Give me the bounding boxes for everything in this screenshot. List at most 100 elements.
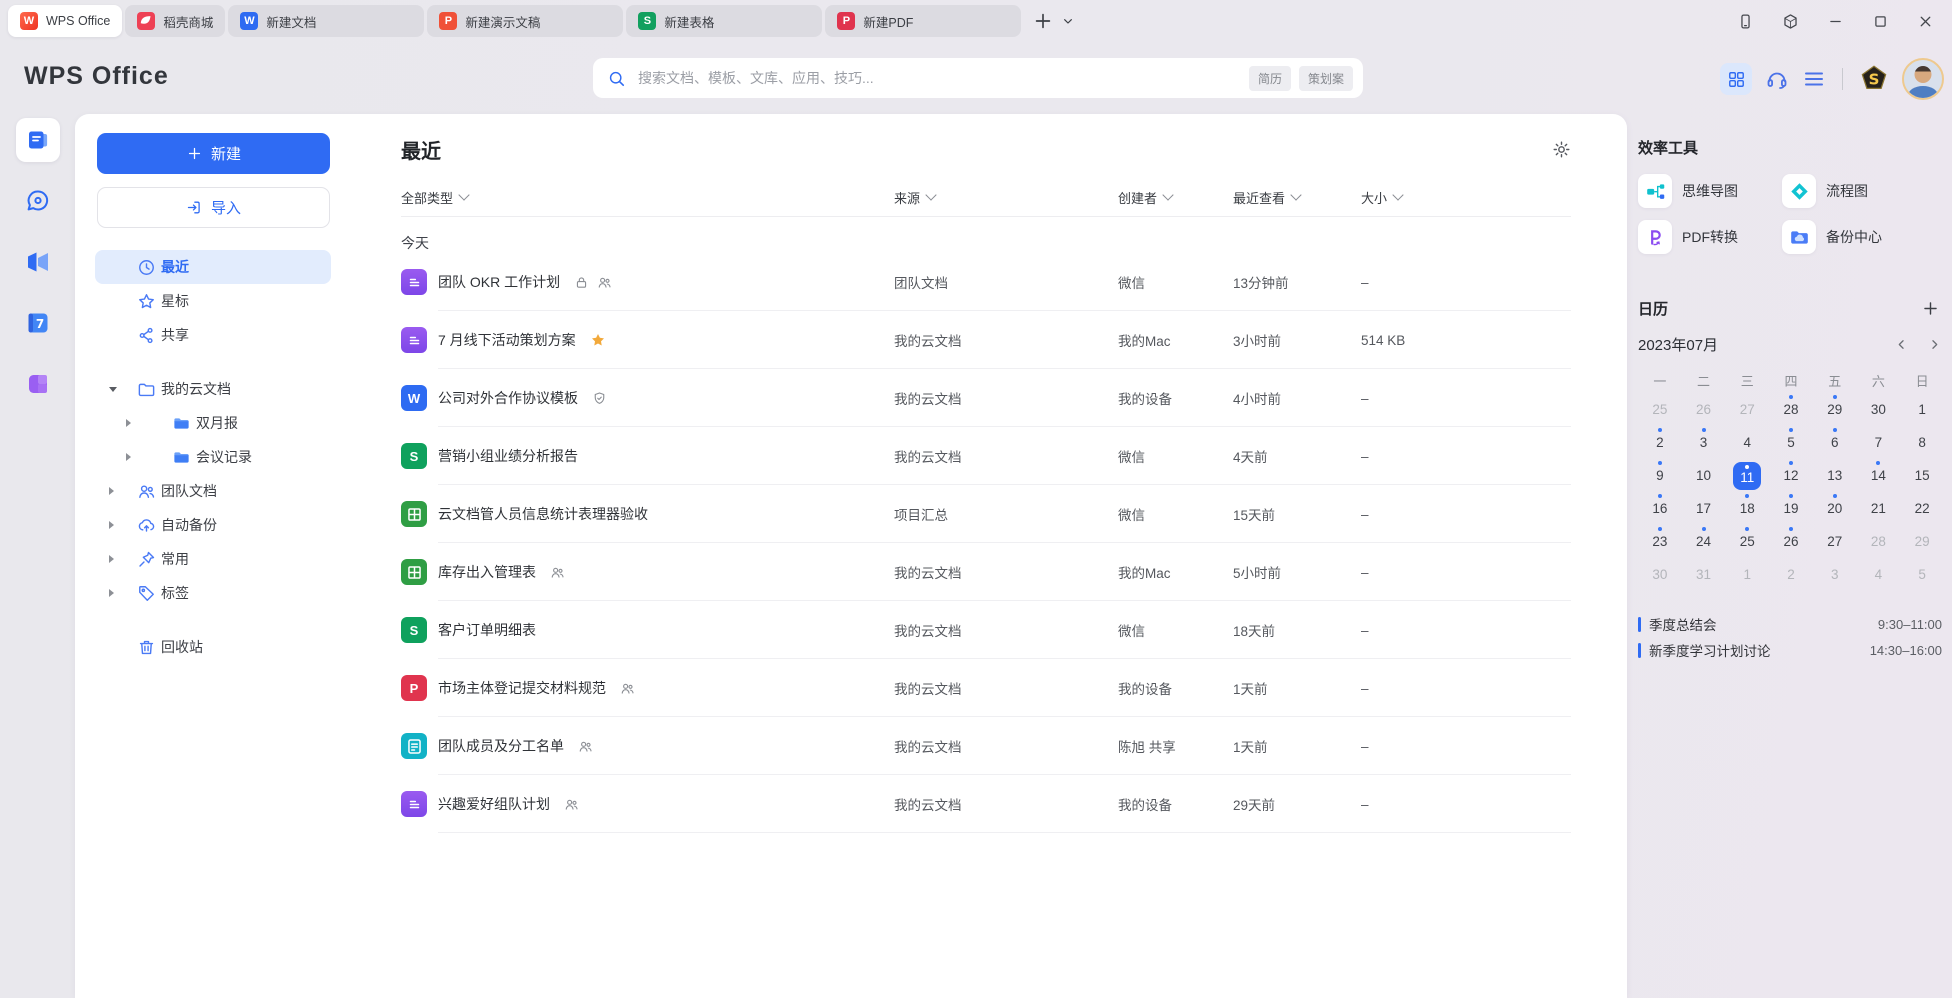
calendar-day[interactable]: 23 (1638, 525, 1682, 558)
membership-badge-icon[interactable]: S (1859, 64, 1889, 94)
tool-思维导图[interactable]: 思维导图 (1638, 174, 1782, 208)
calendar-day[interactable]: 17 (1682, 492, 1726, 525)
calendar-day[interactable]: 14 (1857, 459, 1901, 492)
calendar-day[interactable]: 3 (1813, 558, 1857, 591)
file-row[interactable]: 团队成员及分工名单我的云文档陈旭 共享1天前– (401, 717, 1571, 775)
calendar-day[interactable]: 8 (1900, 426, 1944, 459)
tool-备份中心[interactable]: 备份中心 (1782, 220, 1944, 254)
calendar-day[interactable]: 27 (1813, 525, 1857, 558)
support-headset-icon[interactable] (1765, 67, 1789, 91)
calendar-day[interactable]: 30 (1857, 393, 1901, 426)
calendar-day[interactable]: 21 (1857, 492, 1901, 525)
calendar-day[interactable]: 19 (1769, 492, 1813, 525)
filter-来源[interactable]: 来源 (894, 188, 1118, 207)
tab-new-doc[interactable]: W新建文档 (228, 5, 424, 37)
calendar-day[interactable]: 4 (1725, 426, 1769, 459)
sidebar-item-最近[interactable]: 最近 (95, 250, 331, 284)
file-row[interactable]: S客户订单明细表我的云文档微信18天前– (401, 601, 1571, 659)
file-row[interactable]: 兴趣爱好组队计划我的云文档我的设备29天前– (401, 775, 1571, 833)
sidebar-item-会议记录[interactable]: 会议记录 (95, 440, 331, 474)
calendar-day[interactable]: 25 (1725, 525, 1769, 558)
calendar-day[interactable]: 15 (1900, 459, 1944, 492)
calendar-day[interactable]: 5 (1900, 558, 1944, 591)
tab-new-pdf[interactable]: P新建PDF (825, 5, 1021, 37)
rail-item-messages[interactable] (16, 179, 60, 223)
calendar-day[interactable]: 28 (1857, 525, 1901, 558)
file-row[interactable]: 云文档管人员信息统计表理器验收项目汇总微信15天前– (401, 485, 1571, 543)
filter-创建者[interactable]: 创建者 (1118, 188, 1233, 207)
caret-right-icon[interactable] (109, 487, 125, 495)
calendar-day[interactable]: 27 (1725, 393, 1769, 426)
sidebar-item-共享[interactable]: 共享 (95, 318, 331, 352)
caret-right-icon[interactable] (126, 453, 142, 461)
calendar-day[interactable]: 18 (1725, 492, 1769, 525)
sidebar-item-标签[interactable]: 标签 (95, 576, 331, 610)
file-row[interactable]: P市场主体登记提交材料规范我的云文档我的设备1天前– (401, 659, 1571, 717)
close-button[interactable] (1917, 13, 1934, 30)
rail-item-documents[interactable] (16, 118, 60, 162)
calendar-day[interactable]: 11 (1725, 459, 1769, 492)
calendar-event[interactable]: 新季度学习计划讨论14:30–16:00 (1638, 637, 1944, 663)
tab-docer[interactable]: 稻壳商城 (125, 5, 225, 37)
calendar-day[interactable]: 25 (1638, 393, 1682, 426)
new-document-button[interactable]: 新建 (97, 133, 330, 174)
caret-right-icon[interactable] (109, 555, 125, 563)
file-row[interactable]: 库存出入管理表我的云文档我的Mac5小时前– (401, 543, 1571, 601)
filter-大小[interactable]: 大小 (1361, 188, 1571, 207)
tab-wps[interactable]: WWPS Office (8, 5, 122, 37)
next-month-button[interactable] (1927, 337, 1942, 352)
sidebar-item-常用[interactable]: 常用 (95, 542, 331, 576)
filter-最近查看[interactable]: 最近查看 (1233, 188, 1361, 207)
search-tag[interactable]: 策划案 (1299, 66, 1353, 91)
tool-PDF转换[interactable]: PDF转换 (1638, 220, 1782, 254)
rail-item-calendar[interactable]: 7 (16, 301, 60, 345)
rail-item-meetings[interactable] (16, 240, 60, 284)
calendar-day[interactable]: 28 (1769, 393, 1813, 426)
add-event-button[interactable] (1921, 299, 1940, 318)
calendar-day[interactable]: 20 (1813, 492, 1857, 525)
calendar-day[interactable]: 29 (1900, 525, 1944, 558)
calendar-day[interactable]: 1 (1725, 558, 1769, 591)
calendar-day[interactable]: 7 (1857, 426, 1901, 459)
file-row[interactable]: 7 月线下活动策划方案我的云文档我的Mac3小时前514 KB (401, 311, 1571, 369)
calendar-day[interactable]: 1 (1900, 393, 1944, 426)
maximize-button[interactable] (1872, 13, 1889, 30)
calendar-day[interactable]: 2 (1638, 426, 1682, 459)
prev-month-button[interactable] (1894, 337, 1909, 352)
caret-right-icon[interactable] (109, 589, 125, 597)
calendar-day[interactable]: 6 (1813, 426, 1857, 459)
calendar-day[interactable]: 13 (1813, 459, 1857, 492)
calendar-day[interactable]: 9 (1638, 459, 1682, 492)
tab-new-sheet[interactable]: S新建表格 (626, 5, 822, 37)
sidebar-item-星标[interactable]: 星标 (95, 284, 331, 318)
caret-right-icon[interactable] (126, 419, 142, 427)
import-button[interactable]: 导入 (97, 187, 330, 228)
app-launcher-button[interactable] (1720, 63, 1752, 95)
calendar-day[interactable]: 24 (1682, 525, 1726, 558)
calendar-day[interactable]: 22 (1900, 492, 1944, 525)
calendar-day[interactable]: 29 (1813, 393, 1857, 426)
calendar-day[interactable]: 10 (1682, 459, 1726, 492)
calendar-day[interactable]: 31 (1682, 558, 1726, 591)
filter-全部类型[interactable]: 全部类型 (401, 188, 894, 207)
search-tag[interactable]: 简历 (1249, 66, 1291, 91)
calendar-day[interactable]: 30 (1638, 558, 1682, 591)
calendar-day[interactable]: 4 (1857, 558, 1901, 591)
sidebar-item-我的云文档[interactable]: 我的云文档 (95, 372, 331, 406)
caret-down-icon[interactable] (109, 387, 125, 392)
sidebar-item-双月报[interactable]: 双月报 (95, 406, 331, 440)
sidebar-item-自动备份[interactable]: 自动备份 (95, 508, 331, 542)
tab-new-ppt[interactable]: P新建演示文稿 (427, 5, 623, 37)
new-tab-button[interactable] (1032, 10, 1054, 32)
tool-流程图[interactable]: 流程图 (1782, 174, 1944, 208)
calendar-day[interactable]: 16 (1638, 492, 1682, 525)
calendar-day[interactable]: 26 (1682, 393, 1726, 426)
file-row[interactable]: W公司对外合作协议模板我的云文档我的设备4小时前– (401, 369, 1571, 427)
caret-right-icon[interactable] (109, 521, 125, 529)
calendar-day[interactable]: 5 (1769, 426, 1813, 459)
search-bar[interactable]: 简历策划案 (593, 58, 1363, 98)
rail-item-apps[interactable] (16, 362, 60, 406)
calendar-day[interactable]: 2 (1769, 558, 1813, 591)
calendar-day[interactable]: 3 (1682, 426, 1726, 459)
minimize-button[interactable] (1827, 13, 1844, 30)
